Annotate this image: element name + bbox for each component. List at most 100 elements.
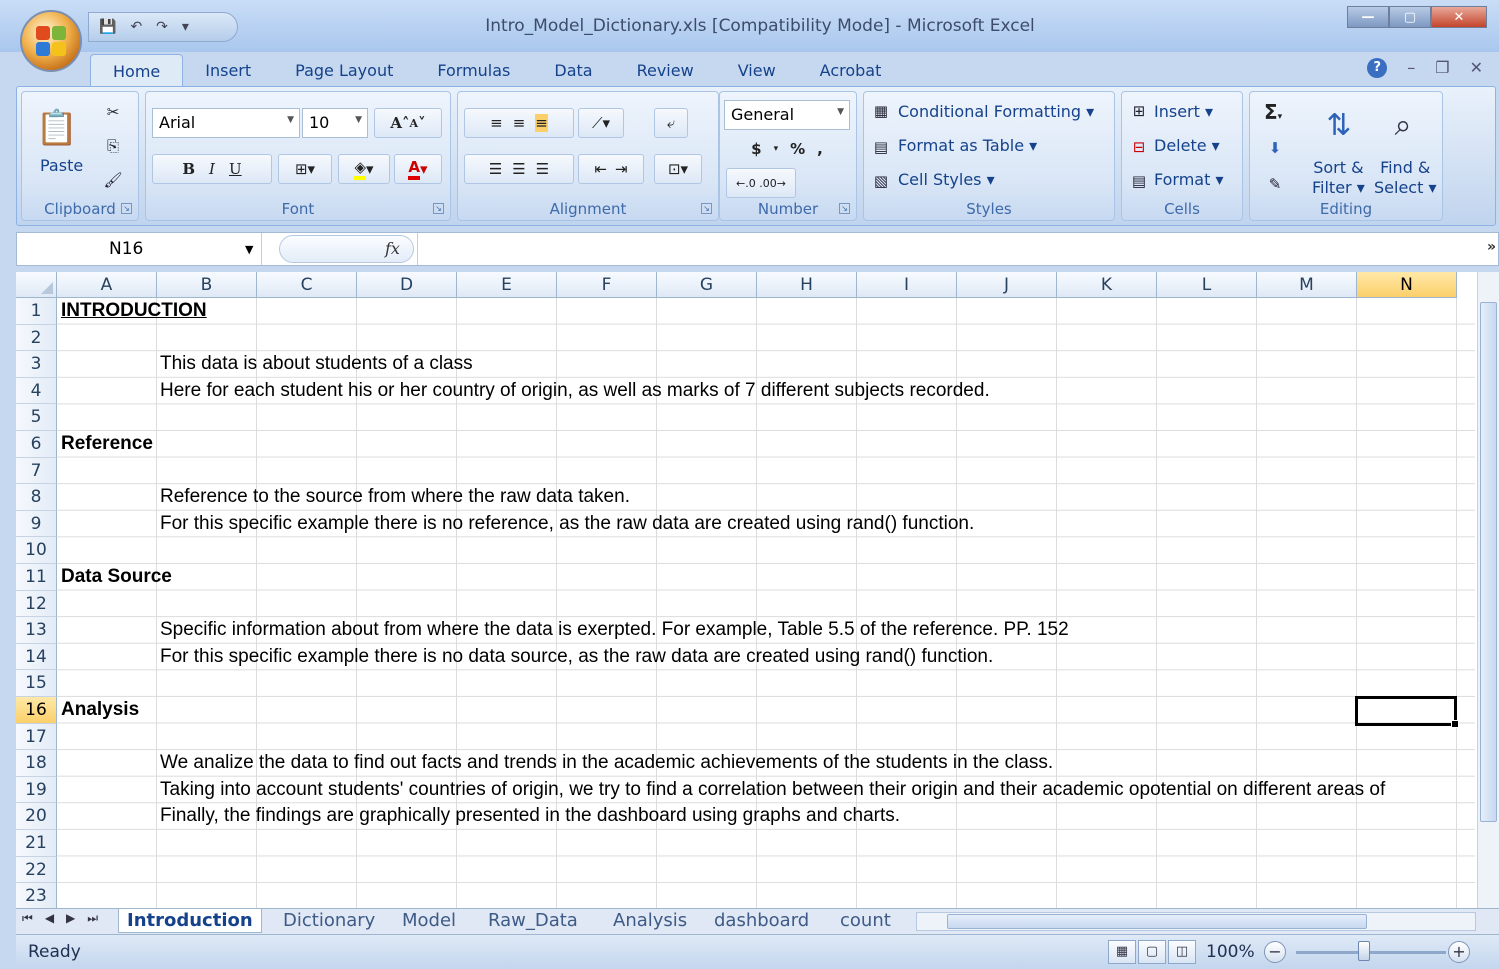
first-sheet-icon[interactable]: ⏮ [22, 911, 33, 926]
select-all-button[interactable] [16, 272, 57, 298]
cell-text-row-9[interactable]: For this specific example there is no re… [160, 511, 974, 537]
align-middle-icon[interactable]: ≡ [513, 114, 526, 132]
active-cell-n16[interactable] [1355, 696, 1459, 728]
formula-input[interactable] [417, 233, 1474, 265]
find-select-button[interactable]: Find & Select ▾ [1374, 158, 1436, 198]
column-header-c[interactable]: C [257, 272, 357, 298]
row-header-21[interactable]: 21 [16, 830, 57, 857]
customize-qat-icon[interactable]: ▾ [182, 19, 189, 35]
sheet-tab-analysis[interactable]: Analysis [613, 909, 687, 933]
vertical-scrollbar[interactable] [1477, 272, 1499, 908]
column-header-m[interactable]: M [1257, 272, 1357, 298]
sheet-tab-raw-data[interactable]: Raw_Data [488, 909, 578, 933]
tab-view[interactable]: View [716, 54, 798, 86]
italic-button[interactable]: I [209, 160, 215, 178]
align-left-icon[interactable]: ☰ [489, 160, 502, 178]
wrap-text-button[interactable]: ⤶ [654, 108, 688, 138]
row-header-15[interactable]: 15 [16, 670, 57, 697]
decrease-indent-icon[interactable]: ⇤ [594, 160, 607, 178]
row-header-11[interactable]: 11 [16, 564, 57, 591]
column-header-n[interactable]: N [1357, 272, 1457, 298]
cell-text-row-20[interactable]: Finally, the findings are graphically pr… [160, 803, 900, 829]
merge-center-button[interactable]: ⊡ ▾ [654, 154, 702, 184]
grow-font-button[interactable]: A [390, 114, 402, 132]
cell-text-row-6[interactable]: Reference [61, 431, 153, 457]
currency-dropdown-icon[interactable]: ▾ [774, 144, 779, 154]
cell-text-row-11[interactable]: Data Source [61, 564, 172, 590]
horizontal-scroll-thumb[interactable] [947, 914, 1367, 929]
cell-text-row-19[interactable]: Taking into account students' countries … [160, 777, 1385, 803]
cell-text-row-1[interactable]: INTRODUCTION [61, 298, 207, 324]
sheet-tab-model[interactable]: Model [402, 909, 456, 933]
column-header-l[interactable]: L [1157, 272, 1257, 298]
font-grow-shrink[interactable]: A ˄ A ˅ [374, 108, 442, 138]
delete-cells-button[interactable]: Delete ▾ [1154, 136, 1220, 155]
align-bottom-icon[interactable]: ≡ [535, 114, 548, 132]
name-box[interactable]: N16 [17, 233, 262, 265]
paste-button[interactable]: Paste [40, 156, 83, 175]
save-icon[interactable]: 💾 [99, 19, 116, 35]
cell-text-row-14[interactable]: For this specific example there is no da… [160, 644, 993, 670]
tab-page-layout[interactable]: Page Layout [273, 54, 415, 86]
row-header-3[interactable]: 3 [16, 351, 57, 378]
format-as-table-button[interactable]: Format as Table ▾ [898, 136, 1037, 155]
paste-icon[interactable]: 📋 [30, 98, 84, 158]
decrease-decimal-icon[interactable]: .00→ [759, 177, 786, 190]
number-format-select[interactable]: General ▼ [724, 100, 850, 130]
maximize-button[interactable]: ▢ [1389, 6, 1431, 28]
align-top-icon[interactable]: ≡ [490, 114, 503, 132]
ribbon-close-icon[interactable]: ✕ [1470, 58, 1483, 78]
close-button[interactable]: ✕ [1431, 6, 1487, 28]
row-header-8[interactable]: 8 [16, 484, 57, 511]
tab-home[interactable]: Home [90, 54, 184, 86]
font-name-select[interactable]: Arial ▼ [152, 108, 300, 138]
row-header-22[interactable]: 22 [16, 856, 57, 884]
column-header-j[interactable]: J [957, 272, 1057, 298]
zoom-slider-thumb[interactable] [1358, 941, 1370, 961]
alignment-launcher-icon[interactable]: ↘ [701, 203, 712, 214]
format-painter-icon[interactable]: 🖌 [100, 168, 126, 192]
column-header-i[interactable]: I [857, 272, 957, 298]
cell-text-row-8[interactable]: Reference to the source from where the r… [160, 484, 630, 510]
column-header-h[interactable]: H [757, 272, 857, 298]
row-header-10[interactable]: 10 [16, 537, 57, 564]
ribbon-minimize-icon[interactable]: – [1407, 58, 1415, 78]
row-header-6[interactable]: 6 [16, 431, 57, 458]
cell-text-row-3[interactable]: This data is about students of a class [160, 351, 473, 377]
next-sheet-icon[interactable]: ▶ [66, 911, 75, 926]
row-header-5[interactable]: 5 [16, 404, 57, 431]
insert-function-button[interactable]: fx [385, 239, 400, 258]
column-header-b[interactable]: B [157, 272, 257, 298]
row-header-16[interactable]: 16 [16, 697, 57, 724]
help-icon[interactable]: ? [1367, 58, 1388, 78]
column-header-a[interactable]: A [57, 272, 157, 298]
clear-icon[interactable]: ✎ [1262, 172, 1288, 196]
row-header-1[interactable]: 1 [16, 298, 57, 325]
row-header-12[interactable]: 12 [16, 590, 57, 618]
conditional-formatting-button[interactable]: Conditional Formatting ▾ [898, 102, 1094, 121]
cell-text-row-16[interactable]: Analysis [61, 697, 139, 723]
cell-text-row-4[interactable]: Here for each student his or her country… [160, 378, 990, 404]
insert-cells-button[interactable]: Insert ▾ [1154, 102, 1213, 121]
tab-data[interactable]: Data [532, 54, 614, 86]
expand-formula-bar-icon[interactable]: » [1487, 239, 1496, 255]
row-header-23[interactable]: 23 [16, 883, 57, 908]
increase-decimal-icon[interactable]: ←.0 [736, 177, 756, 190]
row-header-19[interactable]: 19 [16, 776, 57, 804]
font-color-button[interactable]: A ▾ [394, 154, 442, 184]
horizontal-scrollbar[interactable] [916, 912, 1476, 931]
underline-button[interactable]: U [229, 160, 242, 178]
redo-icon[interactable]: ↷ [156, 19, 168, 35]
sheet-tab-dictionary[interactable]: Dictionary [283, 909, 375, 933]
format-cells-button[interactable]: Format ▾ [1154, 170, 1224, 189]
cell-styles-button[interactable]: Cell Styles ▾ [898, 170, 995, 189]
row-header-7[interactable]: 7 [16, 457, 57, 485]
sheet-tab-dashboard[interactable]: dashboard [714, 909, 809, 933]
ribbon-restore-icon[interactable]: ❐ [1435, 58, 1449, 78]
zoom-out-button[interactable]: − [1264, 941, 1286, 963]
tab-formulas[interactable]: Formulas [415, 54, 532, 86]
align-center-icon[interactable]: ☰ [512, 160, 525, 178]
row-header-18[interactable]: 18 [16, 750, 57, 777]
increase-indent-icon[interactable]: ⇥ [615, 160, 628, 178]
row-header-14[interactable]: 14 [16, 643, 57, 671]
